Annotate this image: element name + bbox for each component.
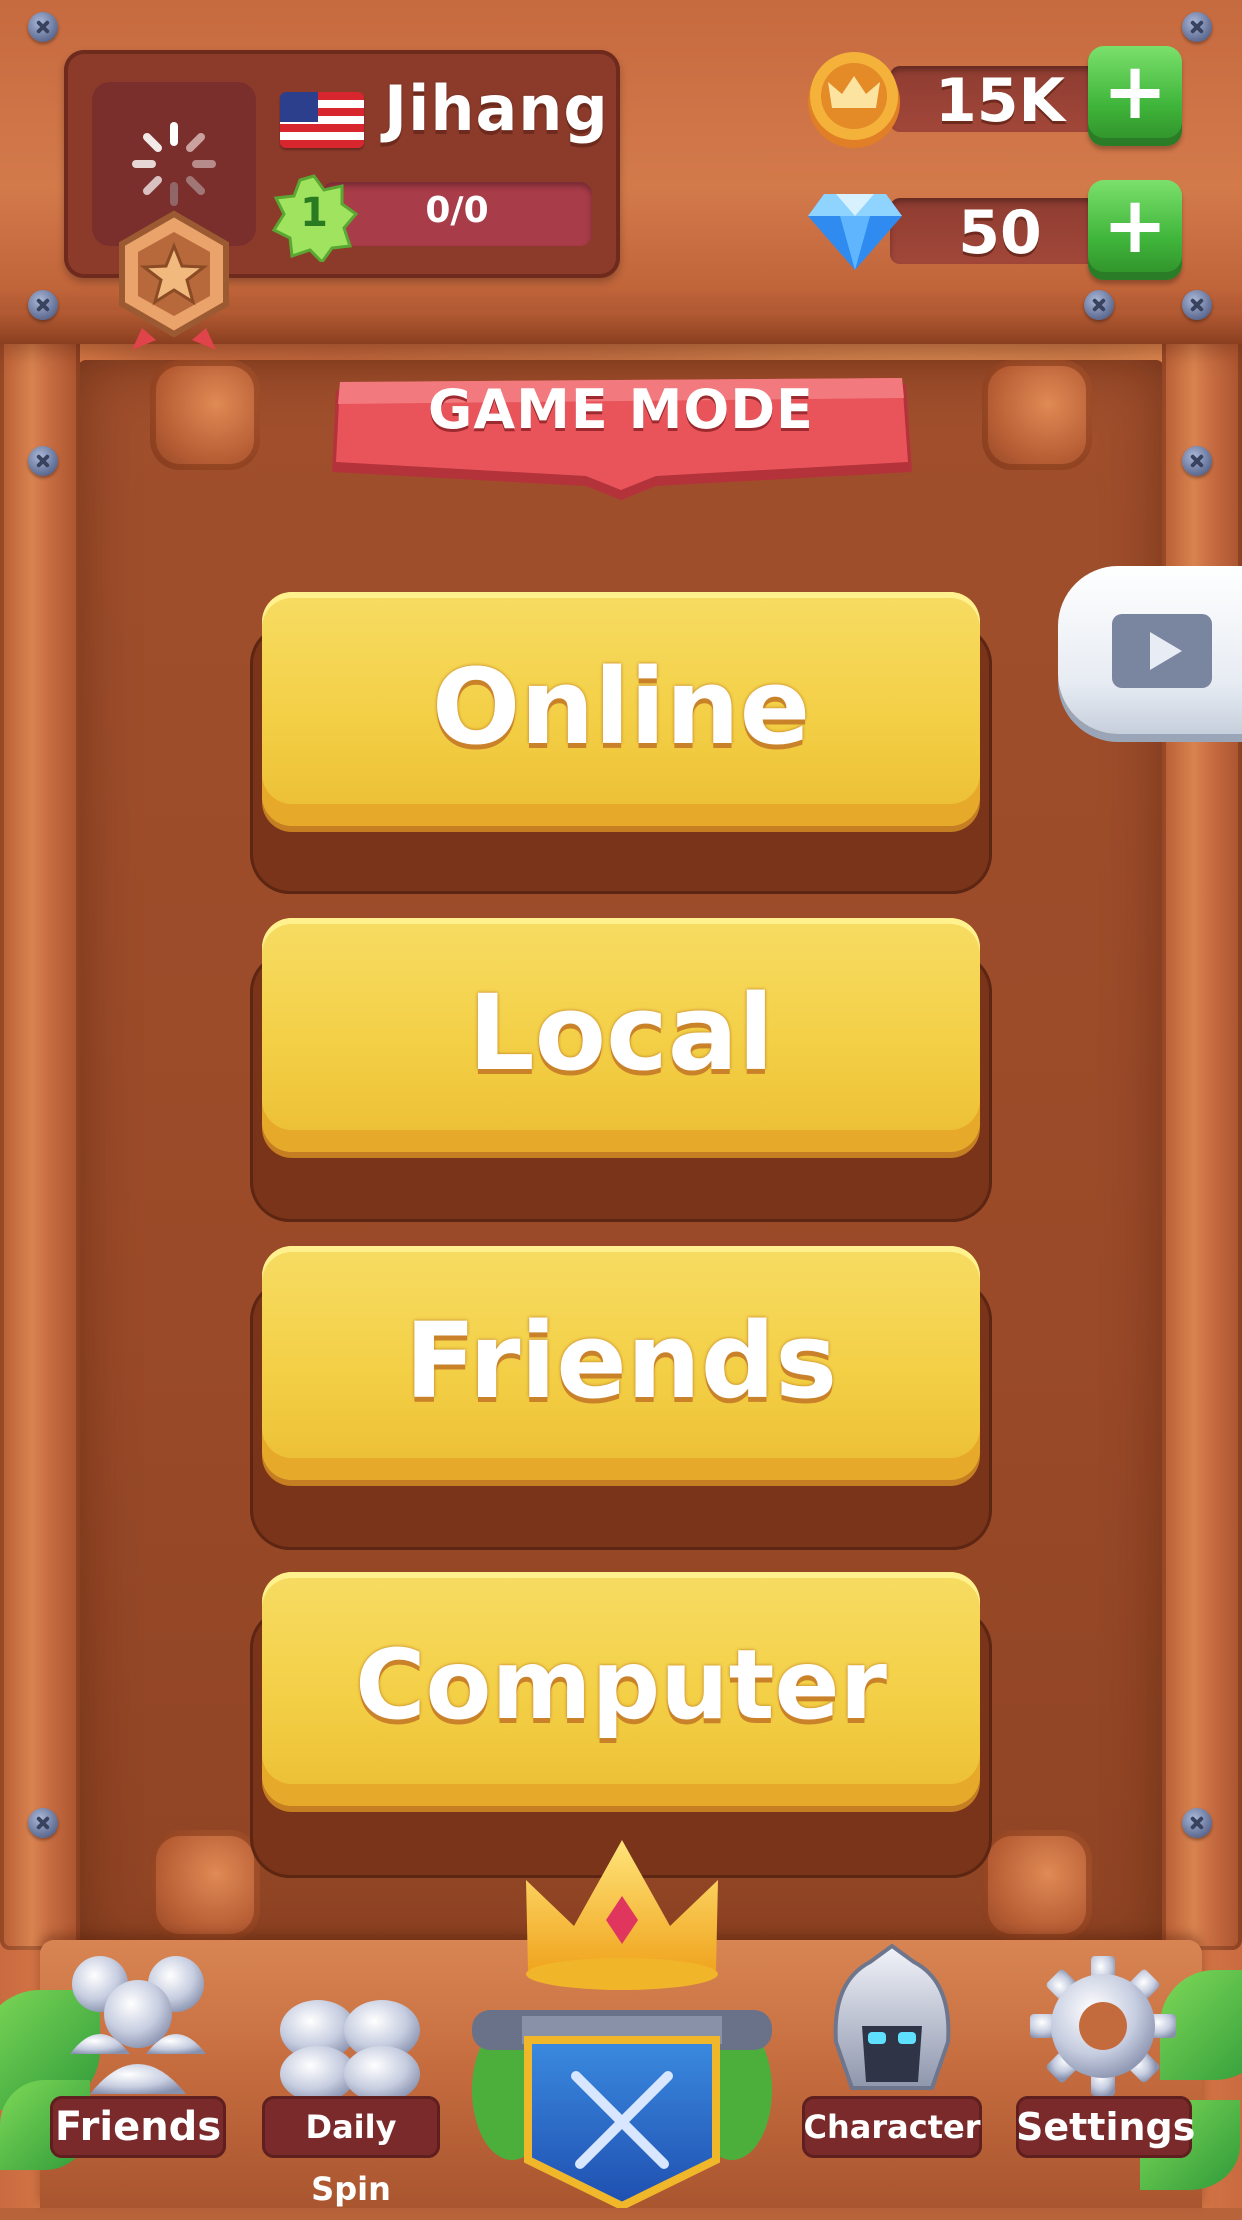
computer-mode-button[interactable]: Computer (262, 1572, 980, 1806)
bolt (1182, 12, 1212, 42)
xp-progress-text: 0/0 (425, 190, 489, 231)
online-mode-button[interactable]: Online (262, 592, 980, 826)
bolt (28, 12, 58, 42)
bolt (1084, 290, 1114, 320)
clover-spin-icon[interactable] (270, 1990, 430, 2100)
coin-amount: 15K (935, 66, 1065, 136)
add-coins-button[interactable]: + (1088, 46, 1182, 146)
corner-ornament (150, 360, 260, 470)
add-gems-button[interactable]: + (1088, 180, 1182, 280)
bolt (1182, 290, 1212, 320)
local-mode-button[interactable]: Local (262, 918, 980, 1152)
player-name: Jihang (384, 72, 609, 145)
online-label: Online (431, 646, 811, 768)
local-label: Local (468, 972, 774, 1094)
corner-ornament (150, 1830, 260, 1940)
bolt (1182, 446, 1212, 476)
settings-nav-label[interactable]: Settings (1016, 2096, 1195, 2158)
home-crown-banner-icon[interactable] (452, 1840, 792, 2208)
crown-coin-icon (808, 52, 900, 148)
gear-settings-icon[interactable] (1030, 1956, 1176, 2096)
helmet-character-icon[interactable] (822, 1942, 962, 2092)
bolt (28, 290, 58, 320)
gem-amount: 50 (958, 198, 1042, 268)
friends-label: Friends (404, 1300, 838, 1422)
corner-ornament (982, 360, 1092, 470)
friends-nav-label[interactable]: Friends (50, 2096, 226, 2158)
friends-nav-icon[interactable] (60, 1944, 216, 2094)
computer-label: Computer (355, 1629, 887, 1741)
play-triangle-icon (1150, 632, 1182, 670)
character-nav-label[interactable]: Character (802, 2096, 982, 2158)
player-level: 1 (300, 190, 328, 236)
bolt (28, 1808, 58, 1838)
daily-spin-nav-label[interactable]: Daily Spin (262, 2096, 440, 2208)
corner-ornament (982, 1830, 1092, 1940)
game-mode-title: GAME MODE (428, 378, 814, 441)
friends-mode-button[interactable]: Friends (262, 1246, 980, 1480)
loading-spinner-icon (132, 122, 216, 206)
left-rail (0, 330, 80, 1950)
bolt (1182, 1808, 1212, 1838)
star-rank-badge-icon (119, 210, 229, 350)
us-flag-icon (280, 92, 364, 148)
bolt (28, 446, 58, 476)
